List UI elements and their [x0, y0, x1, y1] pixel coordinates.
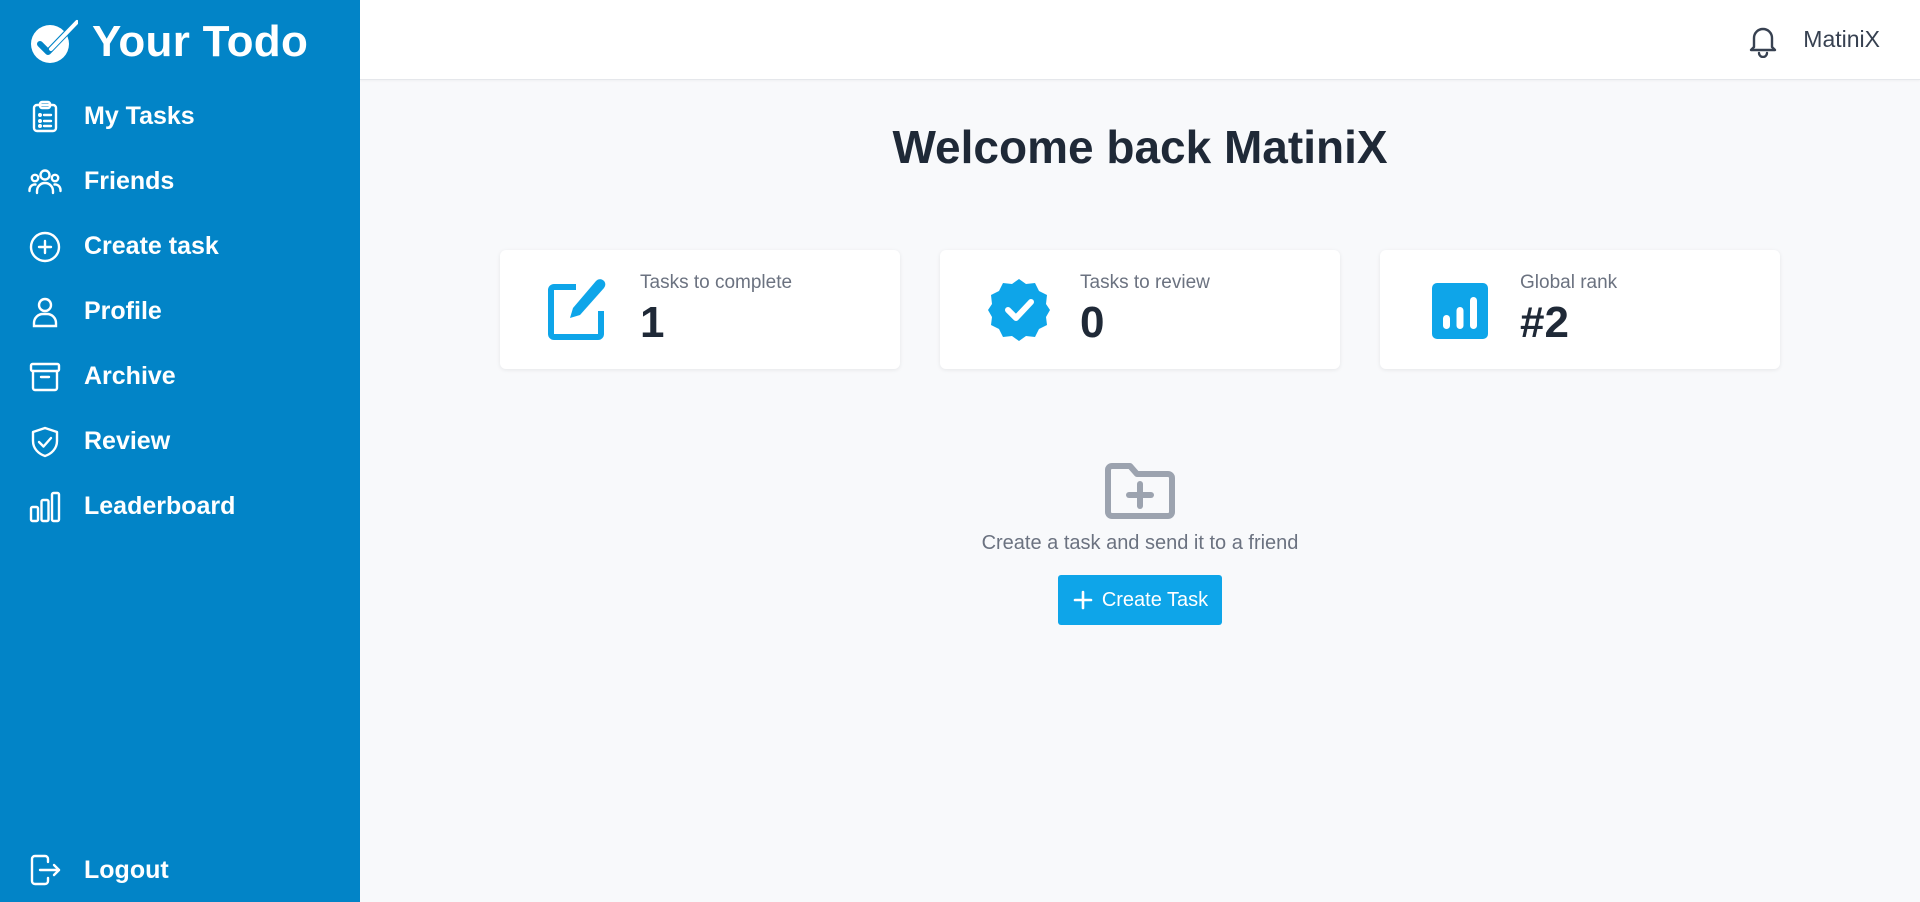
sidebar-item-label: My Tasks [84, 102, 195, 130]
empty-state: Create a task and send it to a friend Cr… [360, 460, 1920, 625]
create-task-label: Create Task [1101, 588, 1209, 611]
empty-state-text: Create a task and send it to a friend [981, 532, 1299, 554]
sidebar-item-label: Review [84, 427, 171, 455]
clipboard-list-icon [28, 100, 62, 134]
logout-button[interactable]: Logout [0, 838, 360, 902]
bell-icon[interactable] [1745, 22, 1781, 58]
stat-card-tasks-to-review: Tasks to review 0 [940, 250, 1340, 369]
sidebar-item-archive[interactable]: Archive [0, 344, 360, 409]
users-icon [28, 165, 62, 199]
stat-card-global-rank: Global rank #2 [1380, 250, 1780, 369]
archive-box-icon [28, 360, 62, 394]
dashboard: Welcome back MatiniX Tasks to complete 1 [360, 80, 1920, 902]
sidebar-item-create-task[interactable]: Create task [0, 214, 360, 279]
plus-circle-icon [28, 230, 62, 264]
logout-icon [28, 853, 62, 887]
stat-label: Global rank [1520, 271, 1618, 293]
stat-text: Tasks to complete 1 [640, 272, 792, 348]
app-root: Your Todo My Tasks Friends Create task P… [0, 0, 1920, 902]
sidebar-item-my-tasks[interactable]: My Tasks [0, 84, 360, 149]
main-area: MatiniX Welcome back MatiniX Tasks to co… [360, 0, 1920, 902]
stats-cards: Tasks to complete 1 Tasks to review 0 Gl… [500, 250, 1780, 369]
sidebar-item-label: Create task [84, 232, 219, 260]
sidebar-item-profile[interactable]: Profile [0, 279, 360, 344]
sidebar-item-label: Friends [84, 167, 175, 195]
stat-label: Tasks to complete [640, 271, 793, 293]
sidebar-item-label: Profile [84, 297, 162, 325]
folder-plus-icon [1104, 460, 1176, 522]
sidebar-item-label: Archive [84, 362, 176, 390]
plus-icon [1072, 589, 1094, 611]
check-badge-icon [28, 17, 78, 67]
sidebar-nav: My Tasks Friends Create task Profile Arc… [0, 84, 360, 539]
shield-check-icon [28, 425, 62, 459]
stat-value: 0 [1080, 297, 1105, 347]
sidebar-item-review[interactable]: Review [0, 409, 360, 474]
logout-label: Logout [84, 855, 169, 884]
create-task-button[interactable]: Create Task [1057, 575, 1223, 625]
sidebar-item-label: Leaderboard [84, 492, 236, 520]
sidebar: Your Todo My Tasks Friends Create task P… [0, 0, 360, 902]
page-title: Welcome back MatiniX [892, 121, 1388, 173]
stat-card-tasks-to-complete: Tasks to complete 1 [500, 250, 900, 369]
sidebar-item-friends[interactable]: Friends [0, 149, 360, 214]
check-badge-icon [986, 277, 1052, 343]
stat-value: #2 [1520, 297, 1569, 347]
user-menu[interactable]: MatiniX [1803, 26, 1880, 53]
stat-text: Global rank #2 [1520, 272, 1617, 348]
user-icon [28, 295, 62, 329]
edit-icon [546, 277, 612, 343]
stat-label: Tasks to review [1080, 271, 1210, 293]
brand[interactable]: Your Todo [0, 0, 360, 84]
bar-chart-icon [28, 490, 62, 524]
brand-title: Your Todo [92, 17, 309, 66]
topbar: MatiniX [360, 0, 1920, 80]
stat-value: 1 [640, 297, 665, 347]
chart-icon [1426, 277, 1492, 343]
sidebar-item-leaderboard[interactable]: Leaderboard [0, 474, 360, 539]
stat-text: Tasks to review 0 [1080, 272, 1210, 348]
